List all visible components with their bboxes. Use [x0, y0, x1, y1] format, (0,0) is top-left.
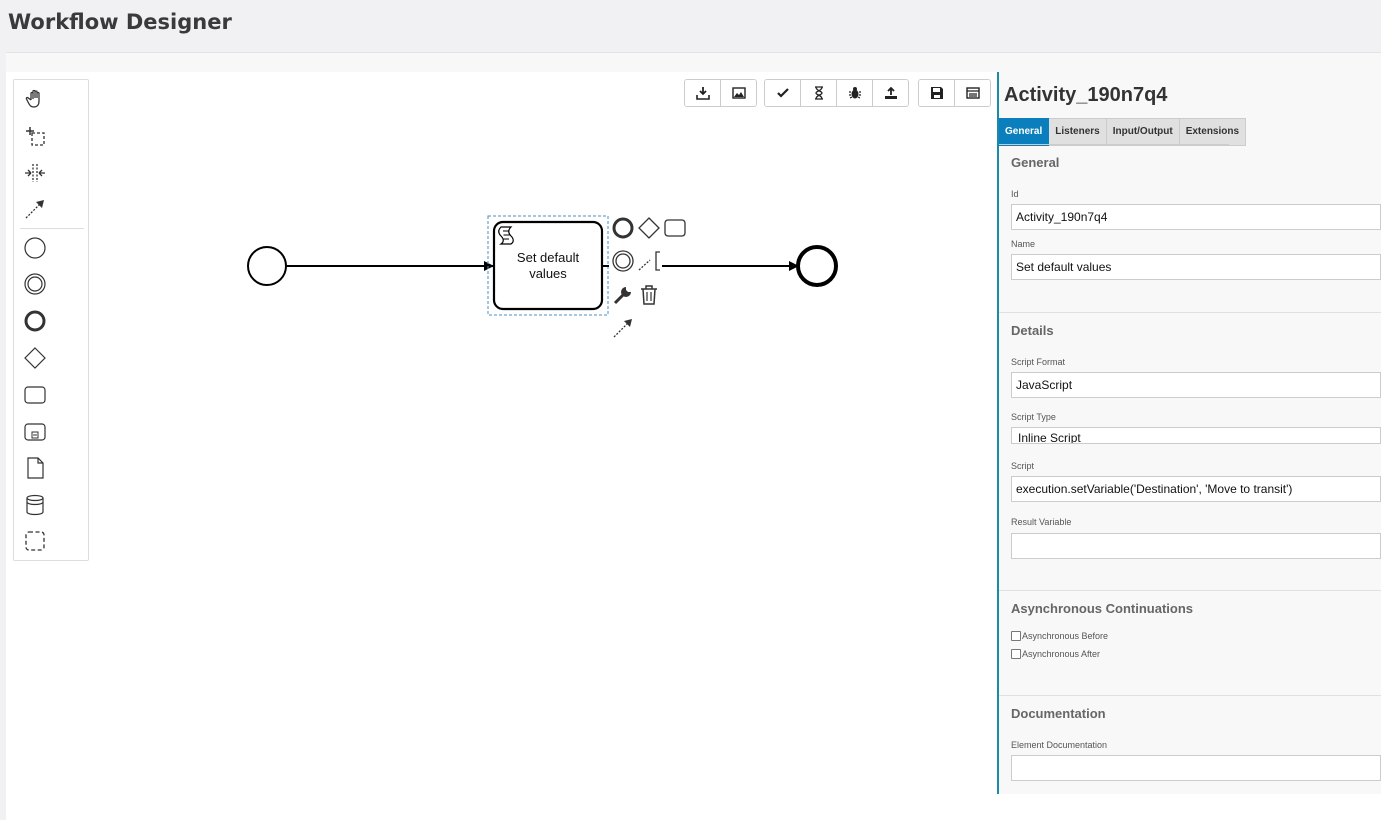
gateway-icon [638, 217, 660, 239]
section-divider [999, 695, 1381, 696]
end-event[interactable] [796, 245, 838, 287]
panel-title: Activity_190n7q4 [1004, 84, 1168, 106]
script-type-select[interactable]: Inline Script [1011, 427, 1381, 444]
script-input[interactable] [1011, 476, 1381, 502]
script-format-label: Script Format [1011, 357, 1066, 367]
name-input[interactable] [1011, 254, 1381, 280]
task-label-line-1: Set default [516, 250, 580, 265]
task-label: Set default values [494, 250, 602, 282]
async-before-row[interactable]: Asynchronous Before [1011, 631, 1108, 641]
tab-listeners[interactable]: Listeners [1049, 118, 1107, 146]
wrench-icon [613, 287, 631, 305]
async-after-row[interactable]: Asynchronous After [1011, 649, 1100, 659]
section-divider [999, 312, 1381, 313]
section-divider [999, 590, 1381, 591]
intermediate-event-icon [612, 250, 634, 272]
append-end-event-button[interactable] [611, 216, 635, 240]
id-label: Id [1011, 189, 1019, 199]
connect-icon [613, 319, 632, 338]
connect-button[interactable] [611, 316, 635, 340]
id-input[interactable] [1011, 204, 1381, 230]
async-after-label: Asynchronous After [1022, 649, 1101, 659]
task-label-line-2: values [529, 266, 567, 281]
name-label: Name [1011, 239, 1036, 249]
script-format-input[interactable] [1011, 372, 1381, 398]
element-documentation-label: Element Documentation [1011, 740, 1108, 750]
async-after-checkbox[interactable] [1011, 649, 1021, 659]
tab-general[interactable]: General [999, 118, 1050, 146]
start-event[interactable] [247, 246, 287, 286]
append-gateway-button[interactable] [637, 216, 661, 240]
append-intermediate-event-button[interactable] [611, 249, 635, 273]
task-icon [664, 219, 686, 237]
tabs-divider [999, 144, 1229, 145]
async-heading: Asynchronous Continuations [1011, 601, 1193, 616]
script-type-label: Script Type [1011, 412, 1056, 422]
async-before-label: Asynchronous Before [1022, 631, 1109, 641]
result-variable-label: Result Variable [1011, 517, 1072, 527]
panel-tabs: General Listeners Input/Output Extension… [999, 118, 1247, 146]
change-type-button[interactable] [611, 283, 635, 307]
trash-icon [641, 285, 657, 305]
async-before-checkbox[interactable] [1011, 631, 1021, 641]
element-documentation-input[interactable] [1011, 755, 1381, 781]
text-annotation-icon [638, 251, 660, 271]
end-event-icon [612, 217, 634, 239]
details-heading: Details [1011, 323, 1054, 338]
script-label: Script [1011, 461, 1035, 471]
result-variable-input[interactable] [1011, 533, 1381, 559]
delete-button[interactable] [637, 283, 661, 307]
general-heading: General [1011, 155, 1060, 170]
diagram-canvas[interactable] [0, 0, 995, 820]
tab-input-output[interactable]: Input/Output [1106, 118, 1180, 146]
text-annotation-button[interactable] [637, 249, 663, 273]
documentation-heading: Documentation [1011, 706, 1106, 721]
tab-extensions[interactable]: Extensions [1179, 118, 1247, 146]
append-task-button[interactable] [662, 216, 688, 240]
